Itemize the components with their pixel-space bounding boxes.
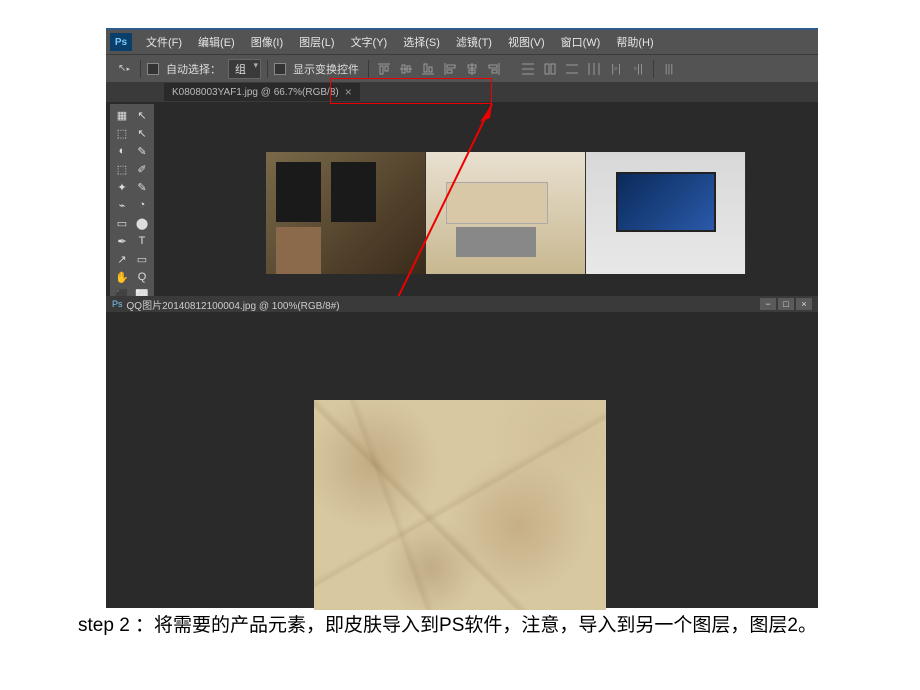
tool-lasso[interactable]: ◐ xyxy=(112,142,132,160)
tool-heal[interactable]: ✦ xyxy=(112,178,132,196)
tool-zoom[interactable]: Q xyxy=(132,268,152,286)
show-transform-label: 显示变换控件 xyxy=(293,61,359,77)
menubar: Ps 文件(F) 编辑(E) 图像(I) 图层(L) 文字(Y) 选择(S) 滤… xyxy=(106,30,818,54)
tool-brush[interactable]: ✎ xyxy=(132,178,152,196)
canvas-document-2[interactable] xyxy=(106,312,818,608)
tool-artboard[interactable]: ▦ xyxy=(112,106,132,124)
menu-layer[interactable]: 图层(L) xyxy=(291,34,342,50)
divider xyxy=(368,60,369,78)
tool-crop[interactable]: ⬚ xyxy=(112,160,132,178)
tool-marquee[interactable]: ⬚ xyxy=(112,124,132,142)
align-right-icon[interactable] xyxy=(485,61,503,77)
menu-view[interactable]: 视图(V) xyxy=(500,34,553,50)
texture-image xyxy=(314,400,606,610)
align-hcenter-icon[interactable] xyxy=(463,61,481,77)
menu-file[interactable]: 文件(F) xyxy=(138,34,190,50)
document-2-titlebar[interactable]: Ps QQ图片20140812100004.jpg @ 100%(RGB/8#)… xyxy=(106,296,818,312)
canvas-image-left xyxy=(266,152,426,274)
tool-eyedropper[interactable]: ✐ xyxy=(132,160,152,178)
align-bottom-icon[interactable] xyxy=(419,61,437,77)
align-left-icon[interactable] xyxy=(441,61,459,77)
distribute-hcenter-icon[interactable]: |◦| xyxy=(607,61,625,77)
document-tab-bar: K0808003YAF1.jpg @ 66.7%(RGB/8) × xyxy=(106,82,818,102)
distribute-left-icon[interactable] xyxy=(585,61,603,77)
tool-hand[interactable]: ✋ xyxy=(112,268,132,286)
tool-eraser[interactable]: ▭ xyxy=(112,214,132,232)
divider xyxy=(140,60,141,78)
workspace: ▦↖ ⬚↖ ◐✎ ⬚✐ ✦✎ ⌁◔ ▭⬤ ✒T ↗▭ ✋Q ⬛⬜ ◪ xyxy=(106,102,818,608)
menu-window[interactable]: 窗口(W) xyxy=(553,34,609,50)
tool-gradient[interactable]: ⬤ xyxy=(132,214,152,232)
align-top-icon[interactable] xyxy=(375,61,393,77)
tool-path[interactable]: ↗ xyxy=(112,250,132,268)
close-icon[interactable]: × xyxy=(345,85,352,99)
tool-select[interactable]: ↖ xyxy=(132,124,152,142)
close-button[interactable]: × xyxy=(796,298,812,310)
show-transform-checkbox[interactable] xyxy=(274,63,286,75)
divider xyxy=(653,60,654,78)
canvas-image-center xyxy=(426,152,586,274)
tool-text[interactable]: T xyxy=(132,232,152,250)
menu-filter[interactable]: 滤镜(T) xyxy=(448,34,500,50)
options-bar: ↖▸ 自动选择： 组 显示变换控件 |◦| ◦|| ||| xyxy=(106,54,818,82)
auto-select-dropdown[interactable]: 组 xyxy=(228,59,261,79)
toolbox: ▦↖ ⬚↖ ◐✎ ⬚✐ ✦✎ ⌁◔ ▭⬤ ✒T ↗▭ ✋Q ⬛⬜ ◪ xyxy=(110,104,154,324)
menu-select[interactable]: 选择(S) xyxy=(395,34,448,50)
photoshop-window: Ps 文件(F) 编辑(E) 图像(I) 图层(L) 文字(Y) 选择(S) 滤… xyxy=(106,28,818,608)
menu-image[interactable]: 图像(I) xyxy=(243,34,291,50)
document-2-title: QQ图片20140812100004.jpg @ 100%(RGB/8#) xyxy=(127,297,760,312)
canvas-document-1[interactable] xyxy=(266,152,746,274)
canvas-image-right xyxy=(586,152,746,274)
menu-edit[interactable]: 编辑(E) xyxy=(190,34,243,50)
auto-select-label: 自动选择： xyxy=(166,61,221,77)
minimize-button[interactable]: − xyxy=(760,298,776,310)
menu-help[interactable]: 帮助(H) xyxy=(608,34,661,50)
move-tool-icon[interactable]: ↖▸ xyxy=(114,61,134,77)
tool-pen[interactable]: ✒ xyxy=(112,232,132,250)
menu-type[interactable]: 文字(Y) xyxy=(343,34,396,50)
distribute-vcenter-icon[interactable] xyxy=(541,61,559,77)
align-vcenter-icon[interactable] xyxy=(397,61,415,77)
ps-logo-icon: Ps xyxy=(110,33,132,51)
3d-mode-icon[interactable]: ||| xyxy=(660,61,678,77)
distribute-top-icon[interactable] xyxy=(519,61,537,77)
tool-shape[interactable]: ▭ xyxy=(132,250,152,268)
tool-stamp[interactable]: ⌁ xyxy=(112,196,132,214)
distribute-bottom-icon[interactable] xyxy=(563,61,581,77)
distribute-right-icon[interactable]: ◦|| xyxy=(629,61,647,77)
tab-title: K0808003YAF1.jpg @ 66.7%(RGB/8) xyxy=(172,87,339,98)
step-caption: step 2 ：将需要的产品元素，即皮肤导入到PS软件，注意，导入到另一个图层，… xyxy=(78,612,848,641)
tv-screen xyxy=(616,172,716,232)
tool-history-brush[interactable]: ◔ xyxy=(132,196,152,214)
tool-magic-wand[interactable]: ✎ xyxy=(132,142,152,160)
tool-move[interactable]: ↖ xyxy=(132,106,152,124)
doc2-logo-icon: Ps xyxy=(112,299,123,309)
document-tab-1[interactable]: K0808003YAF1.jpg @ 66.7%(RGB/8) × xyxy=(164,83,360,101)
divider xyxy=(267,60,268,78)
maximize-button[interactable]: □ xyxy=(778,298,794,310)
auto-select-checkbox[interactable] xyxy=(147,63,159,75)
